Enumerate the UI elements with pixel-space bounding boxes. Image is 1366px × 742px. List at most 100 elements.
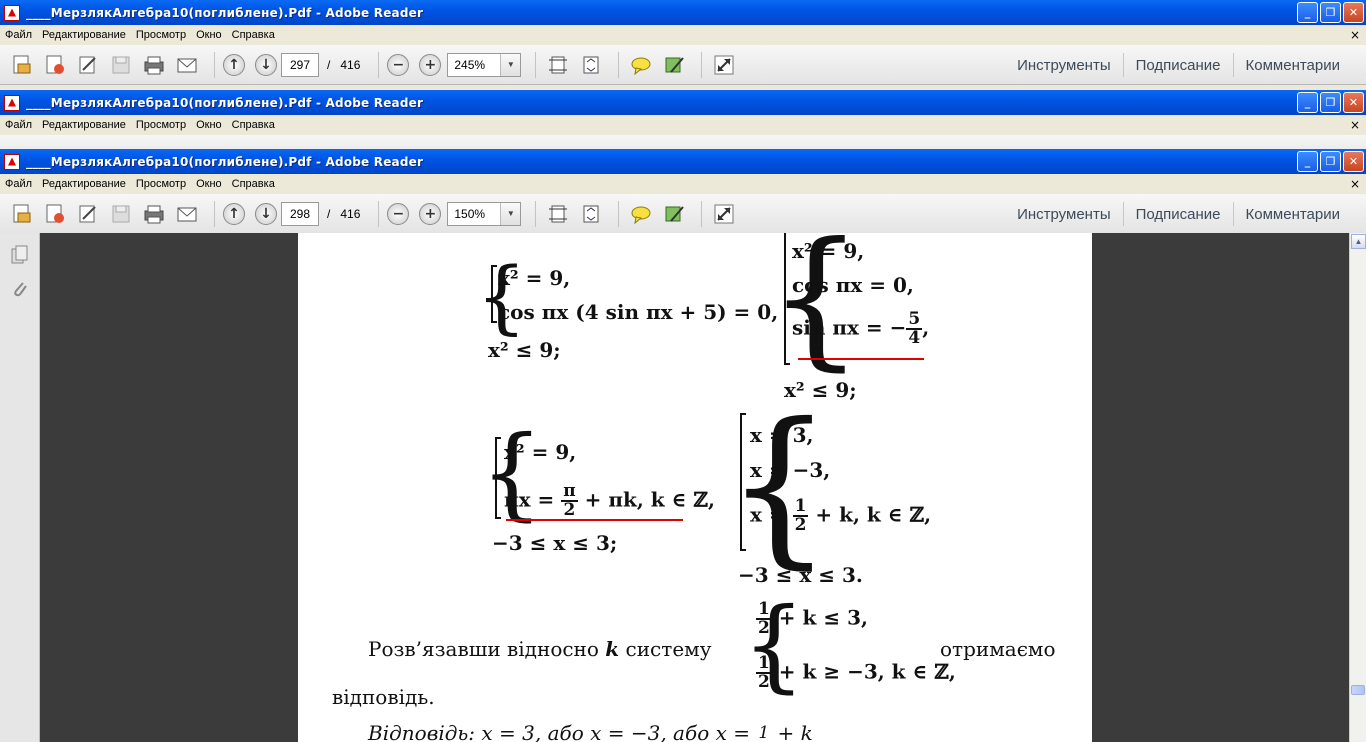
minimize-button[interactable]: _ — [1297, 92, 1318, 113]
fit-width-icon[interactable] — [577, 51, 605, 79]
menu-file[interactable]: Файл — [5, 119, 32, 131]
chevron-down-icon[interactable]: ▼ — [500, 202, 521, 225]
menu-window[interactable]: Окно — [196, 119, 222, 131]
title-bar[interactable]: ____МерзлякАлгебра10(поглиблене).Pdf - A… — [0, 149, 1366, 174]
red-underline — [506, 519, 683, 521]
create-pdf-icon[interactable] — [41, 51, 69, 79]
navigation-panel — [0, 233, 40, 742]
doc-close-icon[interactable]: × — [1350, 29, 1362, 41]
attachments-icon[interactable] — [9, 277, 31, 301]
zoom-out-icon[interactable]: − — [387, 202, 410, 225]
next-page-icon[interactable]: ↓ — [255, 202, 277, 225]
prev-page-icon[interactable]: ↑ — [223, 202, 245, 225]
close-button[interactable]: ✕ — [1343, 92, 1364, 113]
zoom-select[interactable]: 150% ▼ — [447, 201, 522, 226]
sign-icon[interactable] — [660, 51, 688, 79]
comment-icon[interactable] — [627, 200, 655, 228]
sign-icon[interactable] — [660, 200, 688, 228]
minimize-button[interactable]: _ — [1297, 151, 1318, 172]
page-separator: / — [327, 206, 331, 221]
prev-page-icon[interactable]: ↑ — [223, 53, 245, 76]
adobe-reader-icon — [4, 4, 20, 21]
sys4-line3: x = 12 + k, k ∈ ℤ, — [750, 496, 932, 535]
title-bar[interactable]: ____МерзлякАлгебра10(поглиблене).Pdf - A… — [0, 90, 1366, 115]
menu-view[interactable]: Просмотр — [136, 29, 186, 41]
zoom-value: 245% — [454, 57, 486, 72]
fit-page-icon[interactable] — [544, 200, 572, 228]
save-icon[interactable] — [107, 200, 135, 228]
title-bar[interactable]: ____МерзлякАлгебра10(поглиблене).Pdf - A… — [0, 0, 1366, 25]
edit-icon[interactable] — [74, 200, 102, 228]
email-icon[interactable] — [173, 200, 201, 228]
pages-panel-icon[interactable] — [9, 243, 31, 267]
page-separator: / — [327, 57, 331, 72]
page-number-input[interactable]: 298 — [281, 201, 319, 226]
minimize-button[interactable]: _ — [1297, 2, 1318, 23]
fit-page-icon[interactable] — [544, 51, 572, 79]
menu-help[interactable]: Справка — [232, 29, 275, 41]
open-file-icon[interactable] — [8, 51, 36, 79]
comment-icon[interactable] — [627, 51, 655, 79]
menu-help[interactable]: Справка — [232, 119, 275, 131]
square-bracket — [495, 437, 501, 519]
fraction: π2 — [561, 481, 578, 520]
comments-link[interactable]: Комментарии — [1234, 57, 1352, 74]
page-number-input[interactable]: 297 — [281, 52, 319, 77]
scroll-thumb[interactable] — [1351, 685, 1365, 695]
menu-window[interactable]: Окно — [196, 178, 222, 190]
menu-edit[interactable]: Редактирование — [42, 119, 126, 131]
close-button[interactable]: ✕ — [1343, 151, 1364, 172]
menu-help[interactable]: Справка — [232, 178, 275, 190]
window-title: ____МерзлякАлгебра10(поглиблене).Pdf - A… — [26, 154, 424, 169]
edit-icon[interactable] — [74, 51, 102, 79]
sys3-line2: πx = π2 + πk, k ∈ ℤ, — [504, 481, 715, 520]
sign-link[interactable]: Подписание — [1124, 206, 1233, 223]
sys4-line4: −3 ≤ x ≤ 3. — [738, 563, 863, 587]
fit-width-icon[interactable] — [577, 200, 605, 228]
menu-file[interactable]: Файл — [5, 178, 32, 190]
next-page-icon[interactable]: ↓ — [255, 53, 277, 76]
scroll-up-icon[interactable]: ▲ — [1351, 234, 1366, 249]
paragraph-line1: Розв’язавши відносно k систему — [368, 637, 712, 661]
menu-window[interactable]: Окно — [196, 29, 222, 41]
zoom-out-icon[interactable]: − — [387, 53, 410, 76]
chevron-down-icon[interactable]: ▼ — [500, 53, 521, 76]
vertical-scrollbar[interactable]: ▲ — [1349, 233, 1366, 742]
menu-view[interactable]: Просмотр — [136, 119, 186, 131]
close-button[interactable]: ✕ — [1343, 2, 1364, 23]
open-file-icon[interactable] — [8, 200, 36, 228]
zoom-select[interactable]: 245% ▼ — [447, 52, 522, 77]
zoom-in-icon[interactable]: + — [419, 202, 442, 225]
adobe-reader-icon — [4, 94, 20, 111]
restore-button[interactable]: ❐ — [1320, 92, 1341, 113]
sys4-line2: x = −3, — [750, 458, 831, 482]
save-icon[interactable] — [107, 51, 135, 79]
zoom-in-icon[interactable]: + — [419, 53, 442, 76]
comments-link[interactable]: Комментарии — [1234, 206, 1352, 223]
doc-close-icon[interactable]: × — [1350, 178, 1362, 190]
toolbar-partial — [0, 135, 1366, 150]
menu-edit[interactable]: Редактирование — [42, 29, 126, 41]
menu-view[interactable]: Просмотр — [136, 178, 186, 190]
reader-window-2: ____МерзлякАлгебра10(поглиблене).Pdf - A… — [0, 90, 1366, 150]
menu-file[interactable]: Файл — [5, 29, 32, 41]
square-bracket — [491, 265, 497, 323]
email-icon[interactable] — [173, 51, 201, 79]
doc-close-icon[interactable]: × — [1350, 119, 1362, 131]
restore-button[interactable]: ❐ — [1320, 2, 1341, 23]
sign-link[interactable]: Подписание — [1124, 57, 1233, 74]
print-icon[interactable] — [140, 51, 168, 79]
document-workspace: { x² = 9, cos πx (4 sin πx + 5) = 0, x² … — [0, 233, 1366, 742]
menu-edit[interactable]: Редактирование — [42, 178, 126, 190]
reader-window-1: ____МерзлякАлгебра10(поглиблене).Pdf - A… — [0, 0, 1366, 90]
tools-link[interactable]: Инструменты — [1005, 57, 1123, 74]
create-pdf-icon[interactable] — [41, 200, 69, 228]
reader-window-3: ____МерзлякАлгебра10(поглиблене).Pdf - A… — [0, 149, 1366, 234]
sys4-line1: x = 3, — [750, 423, 814, 447]
fraction: 1 — [758, 723, 770, 742]
restore-button[interactable]: ❐ — [1320, 151, 1341, 172]
expand-icon[interactable] — [710, 200, 738, 228]
tools-link[interactable]: Инструменты — [1005, 206, 1123, 223]
expand-icon[interactable] — [710, 51, 738, 79]
print-icon[interactable] — [140, 200, 168, 228]
